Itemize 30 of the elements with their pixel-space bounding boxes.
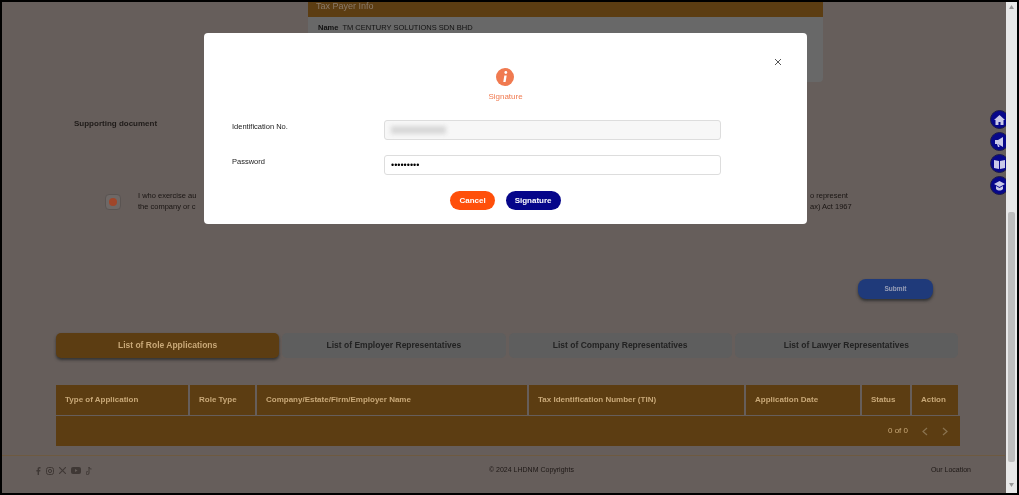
close-icon[interactable] xyxy=(774,58,782,66)
facebook-icon[interactable] xyxy=(36,466,41,475)
tab[interactable]: List of Lawyer Representatives xyxy=(734,333,958,358)
radio-button[interactable] xyxy=(105,194,121,210)
column-header: Company/Estate/Firm/Employer Name xyxy=(257,385,527,415)
tab[interactable]: List of Company Representatives xyxy=(508,333,732,358)
x-icon[interactable] xyxy=(59,467,66,474)
cancel-button[interactable]: Cancel xyxy=(450,191,495,210)
column-header: Type of Application xyxy=(56,385,188,415)
column-header: Action xyxy=(912,385,958,415)
column-header: Role Type xyxy=(190,385,255,415)
previous-icon[interactable] xyxy=(922,426,928,436)
info-icon xyxy=(496,68,514,86)
signature-button[interactable]: Signature xyxy=(505,191,561,210)
redacted-value xyxy=(391,126,446,134)
panel-header: Tax Payer Info xyxy=(308,2,823,17)
instagram-icon[interactable] xyxy=(46,466,54,475)
tab[interactable]: List of Role Applications xyxy=(56,333,280,358)
column-header: Application Date xyxy=(746,385,860,415)
next-icon[interactable] xyxy=(942,426,948,436)
column-header: Status xyxy=(862,385,910,415)
section-label: Supporting document xyxy=(74,119,158,128)
input-field[interactable] xyxy=(384,120,721,140)
column-header: Tax Identification Number (TIN) xyxy=(529,385,744,415)
dialog-title: Signature xyxy=(487,91,524,103)
video-icon[interactable] xyxy=(71,467,81,474)
music-note-icon[interactable] xyxy=(86,466,92,475)
tab[interactable]: List of Employer Representatives xyxy=(282,333,506,358)
password-field[interactable]: ••••••••• xyxy=(384,155,721,175)
pagination-text: 0 of 0 xyxy=(888,425,908,437)
